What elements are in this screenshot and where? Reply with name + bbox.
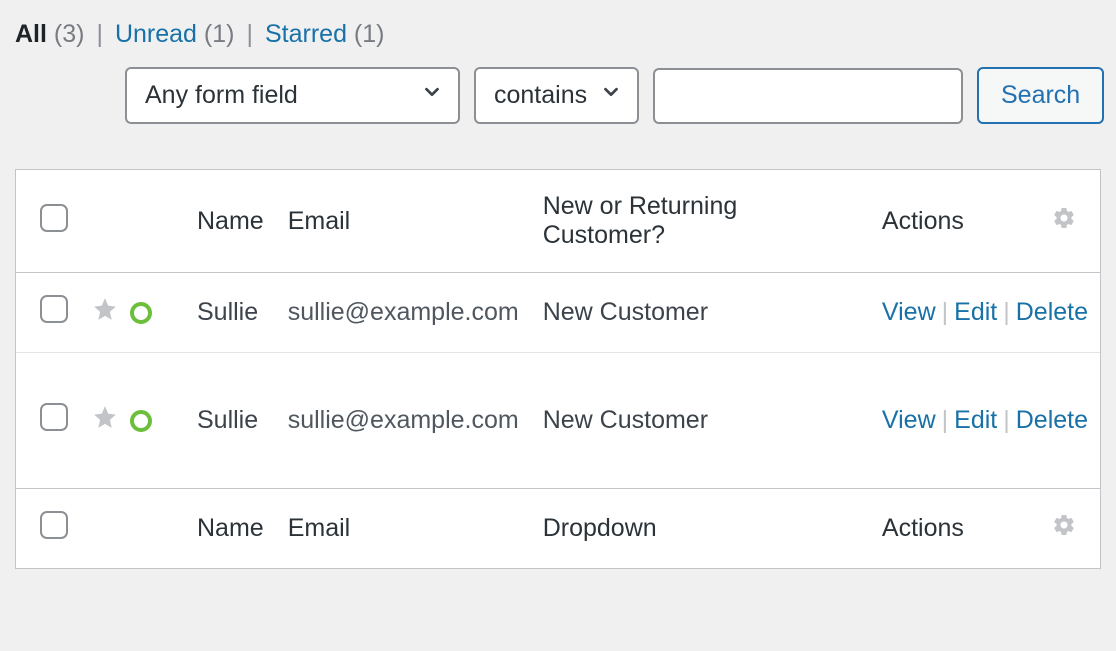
chevron-down-icon <box>421 81 443 110</box>
footer-name[interactable]: Name <box>185 489 276 569</box>
cell-actions: View|Edit|Delete <box>870 353 1100 489</box>
separator: | <box>96 20 103 49</box>
footer-customer[interactable]: Dropdown <box>531 489 870 569</box>
select-all-checkbox[interactable] <box>40 511 68 539</box>
table-row: Sullie sullie@example.com New Customer V… <box>16 353 1100 489</box>
filter-starred[interactable]: Starred (1) <box>265 20 385 49</box>
filter-all-label: All <box>15 20 47 48</box>
filter-all-count: (3) <box>54 20 85 48</box>
view-link[interactable]: View <box>882 298 936 326</box>
cell-name: Sullie <box>185 273 276 353</box>
chevron-down-icon <box>600 81 622 110</box>
column-name[interactable]: Name <box>185 170 276 273</box>
search-input[interactable] <box>653 68 963 124</box>
table-row: Sullie sullie@example.com New Customer V… <box>16 273 1100 353</box>
separator: | <box>246 20 253 49</box>
unread-indicator-icon <box>130 410 152 432</box>
filter-unread-label: Unread <box>115 20 197 48</box>
cell-email: sullie@example.com <box>276 353 531 489</box>
star-icon[interactable] <box>92 296 118 329</box>
column-settings <box>1040 170 1100 273</box>
unread-indicator-icon <box>130 302 152 324</box>
cell-customer: New Customer <box>531 273 870 353</box>
cell-email: sullie@example.com <box>276 273 531 353</box>
condition-select[interactable]: contains <box>474 67 639 124</box>
field-select-value: Any form field <box>145 81 298 110</box>
filter-unread-count: (1) <box>204 20 235 48</box>
edit-link[interactable]: Edit <box>954 298 997 326</box>
condition-select-value: contains <box>494 81 587 110</box>
filter-starred-count: (1) <box>354 20 385 48</box>
footer-settings <box>1040 489 1100 569</box>
cell-name: Sullie <box>185 353 276 489</box>
filter-starred-label: Starred <box>265 20 347 48</box>
view-link[interactable]: View <box>882 406 936 434</box>
edit-link[interactable]: Edit <box>954 406 997 434</box>
gear-icon[interactable] <box>1052 208 1076 236</box>
field-select[interactable]: Any form field <box>125 67 460 124</box>
column-customer[interactable]: New or Returning Customer? <box>531 170 870 273</box>
cell-actions: View|Edit|Delete <box>870 273 1100 353</box>
footer-actions: Actions <box>870 489 1040 569</box>
column-email[interactable]: Email <box>276 170 531 273</box>
search-bar: Any form field contains Search <box>125 67 1101 124</box>
select-all-header <box>16 170 80 273</box>
select-all-footer <box>16 489 80 569</box>
search-button[interactable]: Search <box>977 67 1104 124</box>
indicators-footer <box>80 489 185 569</box>
row-indicators <box>92 404 152 437</box>
cell-customer: New Customer <box>531 353 870 489</box>
delete-link[interactable]: Delete <box>1016 406 1088 434</box>
row-checkbox[interactable] <box>40 295 68 323</box>
column-actions: Actions <box>870 170 1040 273</box>
gear-icon[interactable] <box>1052 515 1076 543</box>
filter-all[interactable]: All (3) <box>15 20 84 49</box>
select-all-checkbox[interactable] <box>40 204 68 232</box>
entries-table: Name Email New or Returning Customer? Ac… <box>15 169 1101 569</box>
row-checkbox[interactable] <box>40 403 68 431</box>
filter-unread[interactable]: Unread (1) <box>115 20 235 49</box>
delete-link[interactable]: Delete <box>1016 298 1088 326</box>
star-icon[interactable] <box>92 404 118 437</box>
footer-email[interactable]: Email <box>276 489 531 569</box>
filter-bar: All (3) | Unread (1) | Starred (1) <box>15 20 1101 49</box>
indicators-header <box>80 170 185 273</box>
row-indicators <box>92 296 152 329</box>
